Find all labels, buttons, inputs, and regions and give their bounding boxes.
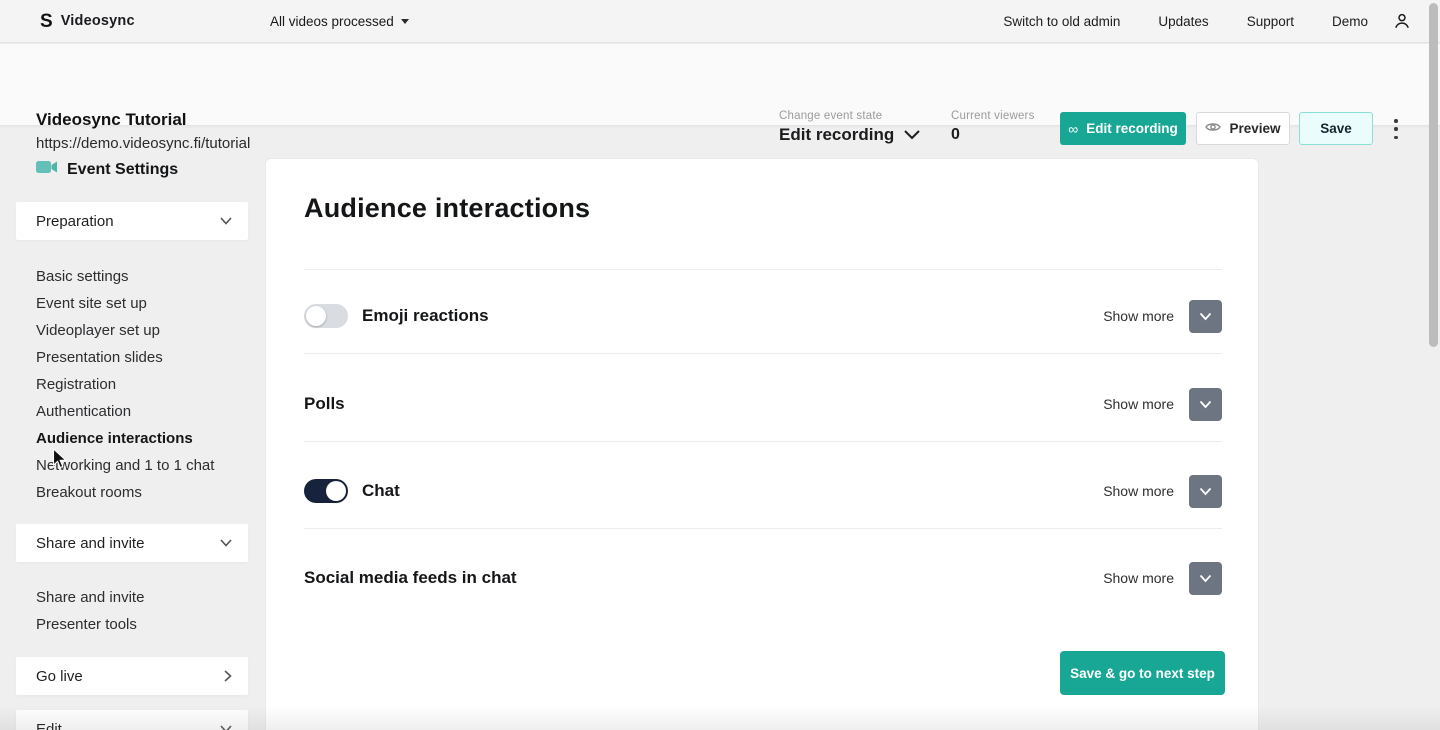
event-state-value: Edit recording: [779, 125, 894, 145]
sidebar-item-presentation-slides[interactable]: Presentation slides: [36, 344, 248, 371]
social-media-feeds-label: Social media feeds in chat: [304, 568, 517, 588]
share-and-invite-items: Share and invite Presenter tools: [36, 584, 248, 638]
chevron-down-icon: [220, 725, 232, 730]
edit-label: Edit: [36, 721, 62, 730]
current-viewers-count: 0: [951, 126, 960, 144]
share-and-invite-label: Share and invite: [36, 535, 144, 552]
support-link[interactable]: Support: [1247, 14, 1294, 29]
polls-show-more[interactable]: Show more: [1103, 396, 1174, 412]
emoji-reactions-expand-button[interactable]: [1189, 300, 1222, 333]
divider: [304, 353, 1222, 354]
record-icon: ∞: [1068, 122, 1078, 136]
preview-button-label: Preview: [1229, 121, 1280, 136]
sidebar-item-presenter-tools[interactable]: Presenter tools: [36, 611, 248, 638]
user-account-icon[interactable]: [1392, 11, 1412, 31]
chevron-right-icon: [224, 670, 232, 682]
top-navigation-bar: S Videosync All videos processed Switch …: [0, 0, 1440, 43]
videos-processed-dropdown[interactable]: All videos processed: [270, 14, 409, 29]
change-event-state-label: Change event state: [779, 110, 882, 122]
current-viewers-label: Current viewers: [951, 110, 1035, 122]
eye-icon: [1205, 121, 1221, 136]
event-url[interactable]: https://demo.videosync.fi/tutorial: [36, 135, 250, 152]
sidebar-section-preparation[interactable]: Preparation: [16, 202, 248, 240]
chevron-down-icon: [220, 217, 232, 225]
video-camera-icon: [36, 160, 58, 179]
videosync-logo[interactable]: S Videosync: [40, 12, 135, 31]
switch-to-old-admin-link[interactable]: Switch to old admin: [1003, 14, 1120, 29]
logo-icon: S: [40, 12, 53, 31]
more-options-kebab-icon[interactable]: [1392, 118, 1400, 140]
caret-down-icon: [401, 19, 409, 24]
setting-row-polls: Polls Show more: [304, 387, 1222, 421]
event-state-dropdown[interactable]: Edit recording: [779, 125, 920, 145]
emoji-reactions-show-more[interactable]: Show more: [1103, 308, 1174, 324]
audience-interactions-panel: Audience interactions Emoji reactions Sh…: [265, 158, 1259, 730]
updates-link[interactable]: Updates: [1158, 14, 1208, 29]
sidebar-item-videoplayer-set-up[interactable]: Videoplayer set up: [36, 317, 248, 344]
demo-link[interactable]: Demo: [1332, 14, 1368, 29]
page-title: Audience interactions: [304, 193, 590, 224]
setting-row-emoji-reactions: Emoji reactions Show more: [304, 299, 1222, 333]
chevron-down-icon: [220, 539, 232, 547]
sidebar-item-networking-1to1-chat[interactable]: Networking and 1 to 1 chat: [36, 452, 248, 479]
chat-toggle[interactable]: [304, 479, 348, 503]
setting-row-chat: Chat Show more: [304, 474, 1222, 508]
edit-recording-button[interactable]: ∞ Edit recording: [1060, 112, 1186, 145]
social-media-feeds-expand-button[interactable]: [1189, 562, 1222, 595]
save-and-next-step-button[interactable]: Save & go to next step: [1060, 651, 1225, 695]
chat-show-more[interactable]: Show more: [1103, 483, 1174, 499]
preparation-items: Basic settings Event site set up Videopl…: [36, 263, 248, 506]
sidebar-section-share-and-invite[interactable]: Share and invite: [16, 524, 248, 562]
logo-label: Videosync: [61, 13, 135, 29]
sidebar-item-authentication[interactable]: Authentication: [36, 398, 248, 425]
divider: [304, 269, 1222, 270]
sidebar-item-registration[interactable]: Registration: [36, 371, 248, 398]
event-settings-heading: Event Settings: [36, 160, 178, 179]
vertical-scrollbar[interactable]: [1429, 3, 1438, 347]
sidebar-item-breakout-rooms[interactable]: Breakout rooms: [36, 479, 248, 506]
sidebar-item-share-and-invite[interactable]: Share and invite: [36, 584, 248, 611]
sidebar-item-event-site-set-up[interactable]: Event site set up: [36, 290, 248, 317]
save-button-label: Save: [1320, 121, 1352, 136]
preview-button[interactable]: Preview: [1196, 112, 1290, 145]
top-links: Switch to old admin Updates Support Demo: [1003, 14, 1368, 29]
sidebar-item-basic-settings[interactable]: Basic settings: [36, 263, 248, 290]
polls-expand-button[interactable]: [1189, 388, 1222, 421]
save-button[interactable]: Save: [1299, 112, 1373, 145]
preparation-label: Preparation: [36, 213, 114, 230]
sidebar-section-edit[interactable]: Edit: [16, 710, 248, 730]
social-media-feeds-show-more[interactable]: Show more: [1103, 570, 1174, 586]
chat-expand-button[interactable]: [1189, 475, 1222, 508]
chevron-down-icon: [904, 130, 920, 140]
videos-processed-label: All videos processed: [270, 14, 394, 29]
event-title: Videosync Tutorial: [36, 110, 187, 130]
go-live-label: Go live: [36, 668, 83, 685]
sidebar-section-go-live[interactable]: Go live: [16, 657, 248, 695]
edit-recording-button-label: Edit recording: [1086, 121, 1178, 136]
sidebar-item-audience-interactions[interactable]: Audience interactions: [36, 425, 248, 452]
polls-label: Polls: [304, 394, 345, 414]
setting-row-social-media-feeds: Social media feeds in chat Show more: [304, 561, 1222, 595]
event-header: Videosync Tutorial https://demo.videosyn…: [0, 44, 1440, 125]
emoji-reactions-label: Emoji reactions: [362, 306, 489, 326]
chat-label: Chat: [362, 481, 400, 501]
divider: [304, 528, 1222, 529]
divider: [304, 441, 1222, 442]
event-settings-heading-label: Event Settings: [67, 161, 178, 179]
emoji-reactions-toggle[interactable]: [304, 304, 348, 328]
